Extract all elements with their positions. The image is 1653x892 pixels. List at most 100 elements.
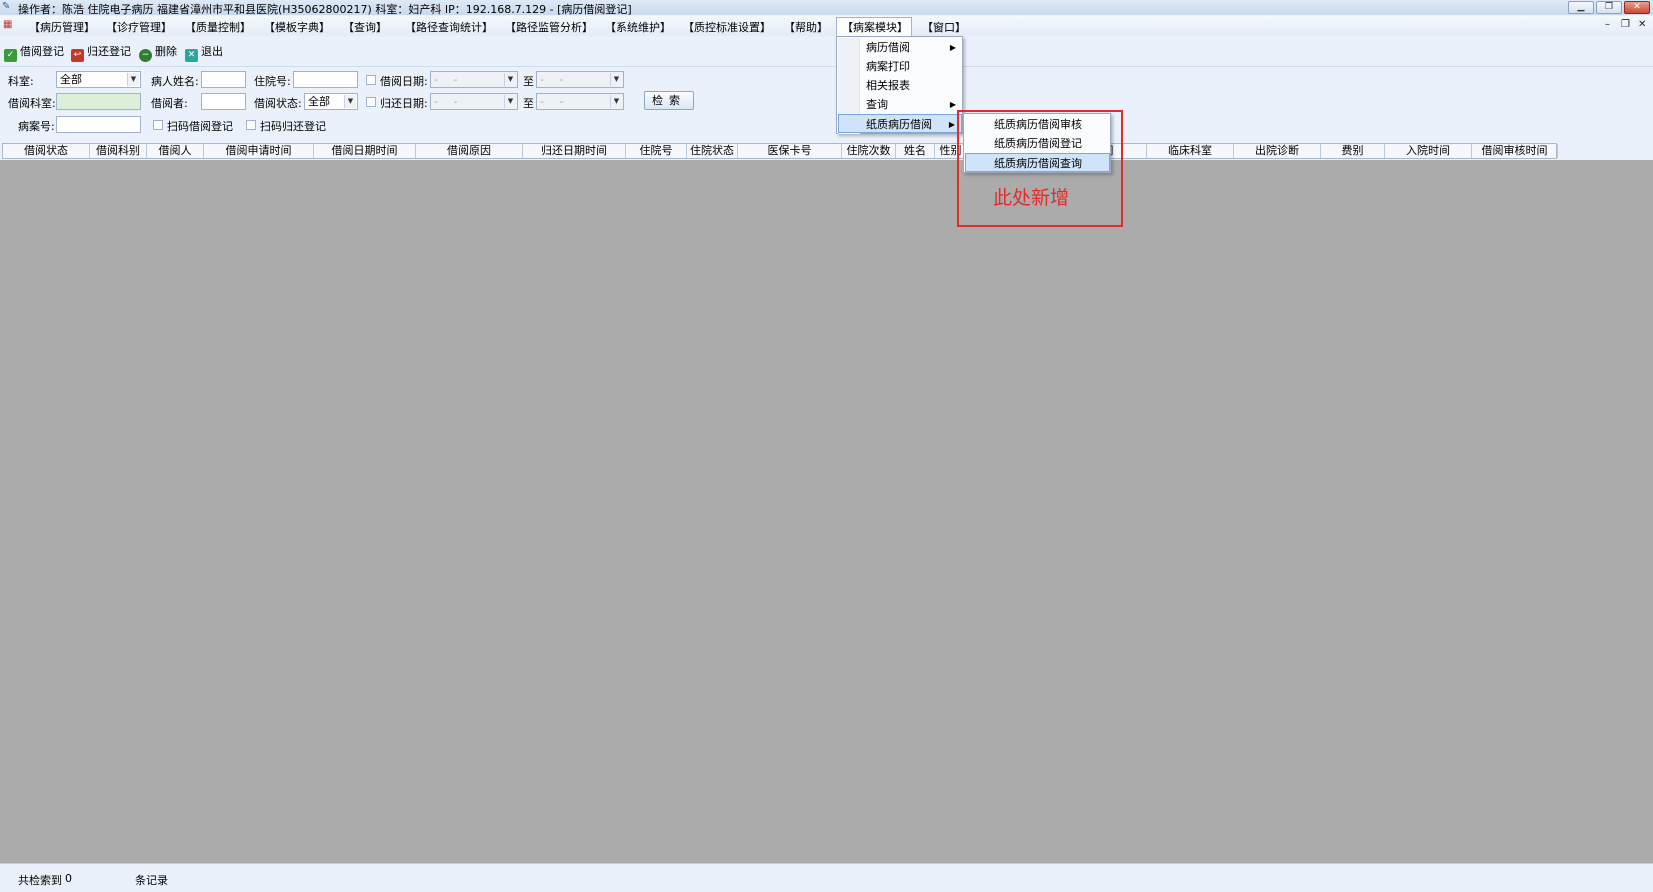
search-button[interactable]: 检索 [644, 91, 694, 110]
column-header[interactable]: 归还日期时间 [523, 144, 626, 158]
menu-diagnosis-management[interactable]: 【诊疗管理】 [106, 19, 172, 35]
column-header[interactable]: 住院状态 [687, 144, 738, 158]
total-count: 0 [65, 872, 72, 885]
mdi-restore-icon[interactable]: ❐ [1621, 19, 1630, 30]
scan-borrow-label: 扫码借阅登记 [167, 120, 233, 133]
filter-panel: 科室: 全部 ▼ 病人姓名: 住院号: 借阅日期: - - ▼ 至 - - ▼ 借阅科… [0, 66, 1653, 138]
menu-system-maintenance[interactable]: 【系统维护】 [605, 19, 671, 35]
borrow-date-end[interactable]: - - ▼ [536, 71, 624, 88]
column-header[interactable]: 借阅审核时间 [1472, 144, 1558, 158]
records-label: 条记录 [135, 874, 168, 887]
menu-qc-standard-settings[interactable]: 【质控标准设置】 [683, 19, 771, 35]
mdi-app-icon[interactable]: ▦ [3, 19, 17, 32]
column-header[interactable]: 借阅人 [147, 144, 204, 158]
borrower-input[interactable] [201, 93, 246, 110]
menu-item-label: 查询 [866, 98, 888, 111]
scan-return-label: 扫码归还登记 [260, 120, 326, 133]
menu-help[interactable]: 【帮助】 [784, 19, 828, 35]
exit-label: 退出 [201, 45, 223, 58]
to-label-1: 至 [523, 75, 534, 88]
patient-name-label: 病人姓名: [151, 75, 199, 88]
dept-select[interactable]: 全部 ▼ [56, 71, 141, 88]
column-header[interactable]: 入院时间 [1385, 144, 1472, 158]
borrow-dept-input[interactable] [56, 93, 141, 110]
chevron-down-icon: ▼ [504, 73, 516, 86]
borrow-dept-label: 借阅科室: [8, 97, 56, 110]
menu-item-paper-record-borrow[interactable]: 纸质病历借阅 ▶ [838, 114, 962, 133]
menu-item-related-reports[interactable]: 相关报表 [838, 76, 962, 95]
return-icon: ↩ [71, 49, 84, 62]
app-icon: ✎ [2, 1, 11, 12]
column-header[interactable]: 费别 [1321, 144, 1385, 158]
menu-item-query[interactable]: 查询 ▶ [838, 95, 962, 114]
record-no-input[interactable] [56, 116, 141, 133]
column-header[interactable]: 借阅科别 [90, 144, 147, 158]
return-register-label: 归还登记 [87, 45, 131, 58]
restore-button[interactable]: ❐ [1596, 1, 1622, 14]
grid-header: 借阅状态 借阅科别 借阅人 借阅申请时间 借阅日期时间 借阅原因 归还日期时间 … [2, 143, 1558, 159]
scan-borrow-checkbox[interactable] [153, 120, 163, 130]
dept-label: 科室: [8, 75, 34, 88]
column-header[interactable]: 临床科室 [1147, 144, 1234, 158]
menu-medical-record-module[interactable]: 【病案模块】 [842, 19, 908, 35]
column-header[interactable]: 姓名 [896, 144, 935, 158]
return-date-checkbox[interactable] [366, 97, 376, 107]
dept-value: 全部 [60, 73, 82, 86]
window-title: 操作者：陈浩 住院电子病历 福建省漳州市平和县医院(H35062800217) … [18, 3, 632, 16]
column-header[interactable]: 住院号 [626, 144, 687, 158]
menu-item-label: 病历借阅 [866, 41, 910, 54]
return-date-end-value: - - [540, 95, 570, 108]
close-button[interactable]: ✕ [1624, 1, 1650, 14]
column-header[interactable]: 借阅状态 [3, 144, 90, 158]
exit-icon: ✕ [185, 49, 198, 62]
column-header[interactable]: 医保卡号 [738, 144, 842, 158]
borrower-label: 借阅者: [151, 97, 188, 110]
menu-bar: ▦ 【病历管理】 【诊疗管理】 【质量控制】 【模板字典】 【查询】 【路径查询… [0, 16, 1653, 36]
menu-quality-control[interactable]: 【质量控制】 [185, 19, 251, 35]
column-header[interactable]: 借阅日期时间 [314, 144, 416, 158]
borrow-date-start[interactable]: - - ▼ [430, 71, 518, 88]
borrow-date-end-value: - - [540, 73, 570, 86]
check-icon: ✓ [4, 49, 17, 62]
delete-button[interactable]: − 删除 [139, 43, 177, 62]
borrow-date-checkbox[interactable] [366, 75, 376, 85]
menu-item-label: 相关报表 [866, 79, 910, 92]
menu-item-record-print[interactable]: 病案打印 [838, 57, 962, 76]
menu-template-dictionary[interactable]: 【模板字典】 [264, 19, 330, 35]
column-header[interactable]: 借阅申请时间 [204, 144, 314, 158]
annotation-text: 此处新增 [993, 187, 1070, 209]
chevron-down-icon: ▼ [610, 73, 622, 86]
exit-button[interactable]: ✕ 退出 [185, 43, 223, 62]
menu-query[interactable]: 【查询】 [343, 19, 387, 35]
borrow-register-label: 借阅登记 [20, 45, 64, 58]
chevron-down-icon: ▼ [344, 95, 356, 108]
column-header[interactable]: 住院次数 [842, 144, 896, 158]
menu-path-query-stats[interactable]: 【路径查询统计】 [405, 19, 493, 35]
return-date-label: 归还日期: [380, 97, 428, 110]
mdi-minimize-icon[interactable]: – [1605, 19, 1610, 30]
grid-body[interactable] [0, 160, 1653, 863]
chevron-down-icon: ▼ [504, 95, 516, 108]
column-header[interactable]: 出院诊断 [1234, 144, 1321, 158]
toolbar: ✓ 借阅登记 ↩ 归还登记 − 删除 ✕ 退出 [0, 40, 1653, 62]
return-date-start[interactable]: - - ▼ [430, 93, 518, 110]
delete-icon: − [139, 49, 152, 62]
borrow-date-start-value: - - [434, 73, 464, 86]
menu-item-label: 病案打印 [866, 60, 910, 73]
menu-path-supervision-analysis[interactable]: 【路径监管分析】 [505, 19, 593, 35]
menu-window[interactable]: 【窗口】 [922, 19, 966, 35]
menu-record-management[interactable]: 【病历管理】 [29, 19, 95, 35]
minimize-button[interactable]: ▁ [1568, 1, 1594, 14]
scan-return-checkbox[interactable] [246, 120, 256, 130]
borrow-status-value: 全部 [308, 95, 330, 108]
menu-item-record-borrow[interactable]: 病历借阅 ▶ [838, 38, 962, 57]
column-header[interactable]: 借阅原因 [416, 144, 523, 158]
borrow-status-select[interactable]: 全部 ▼ [304, 93, 358, 110]
return-register-button[interactable]: ↩ 归还登记 [71, 43, 131, 62]
inpatient-no-input[interactable] [293, 71, 358, 88]
patient-name-input[interactable] [201, 71, 246, 88]
return-date-end[interactable]: - - ▼ [536, 93, 624, 110]
mdi-close-icon[interactable]: ✕ [1638, 19, 1646, 30]
borrow-status-label: 借阅状态: [254, 97, 302, 110]
borrow-register-button[interactable]: ✓ 借阅登记 [4, 43, 64, 62]
